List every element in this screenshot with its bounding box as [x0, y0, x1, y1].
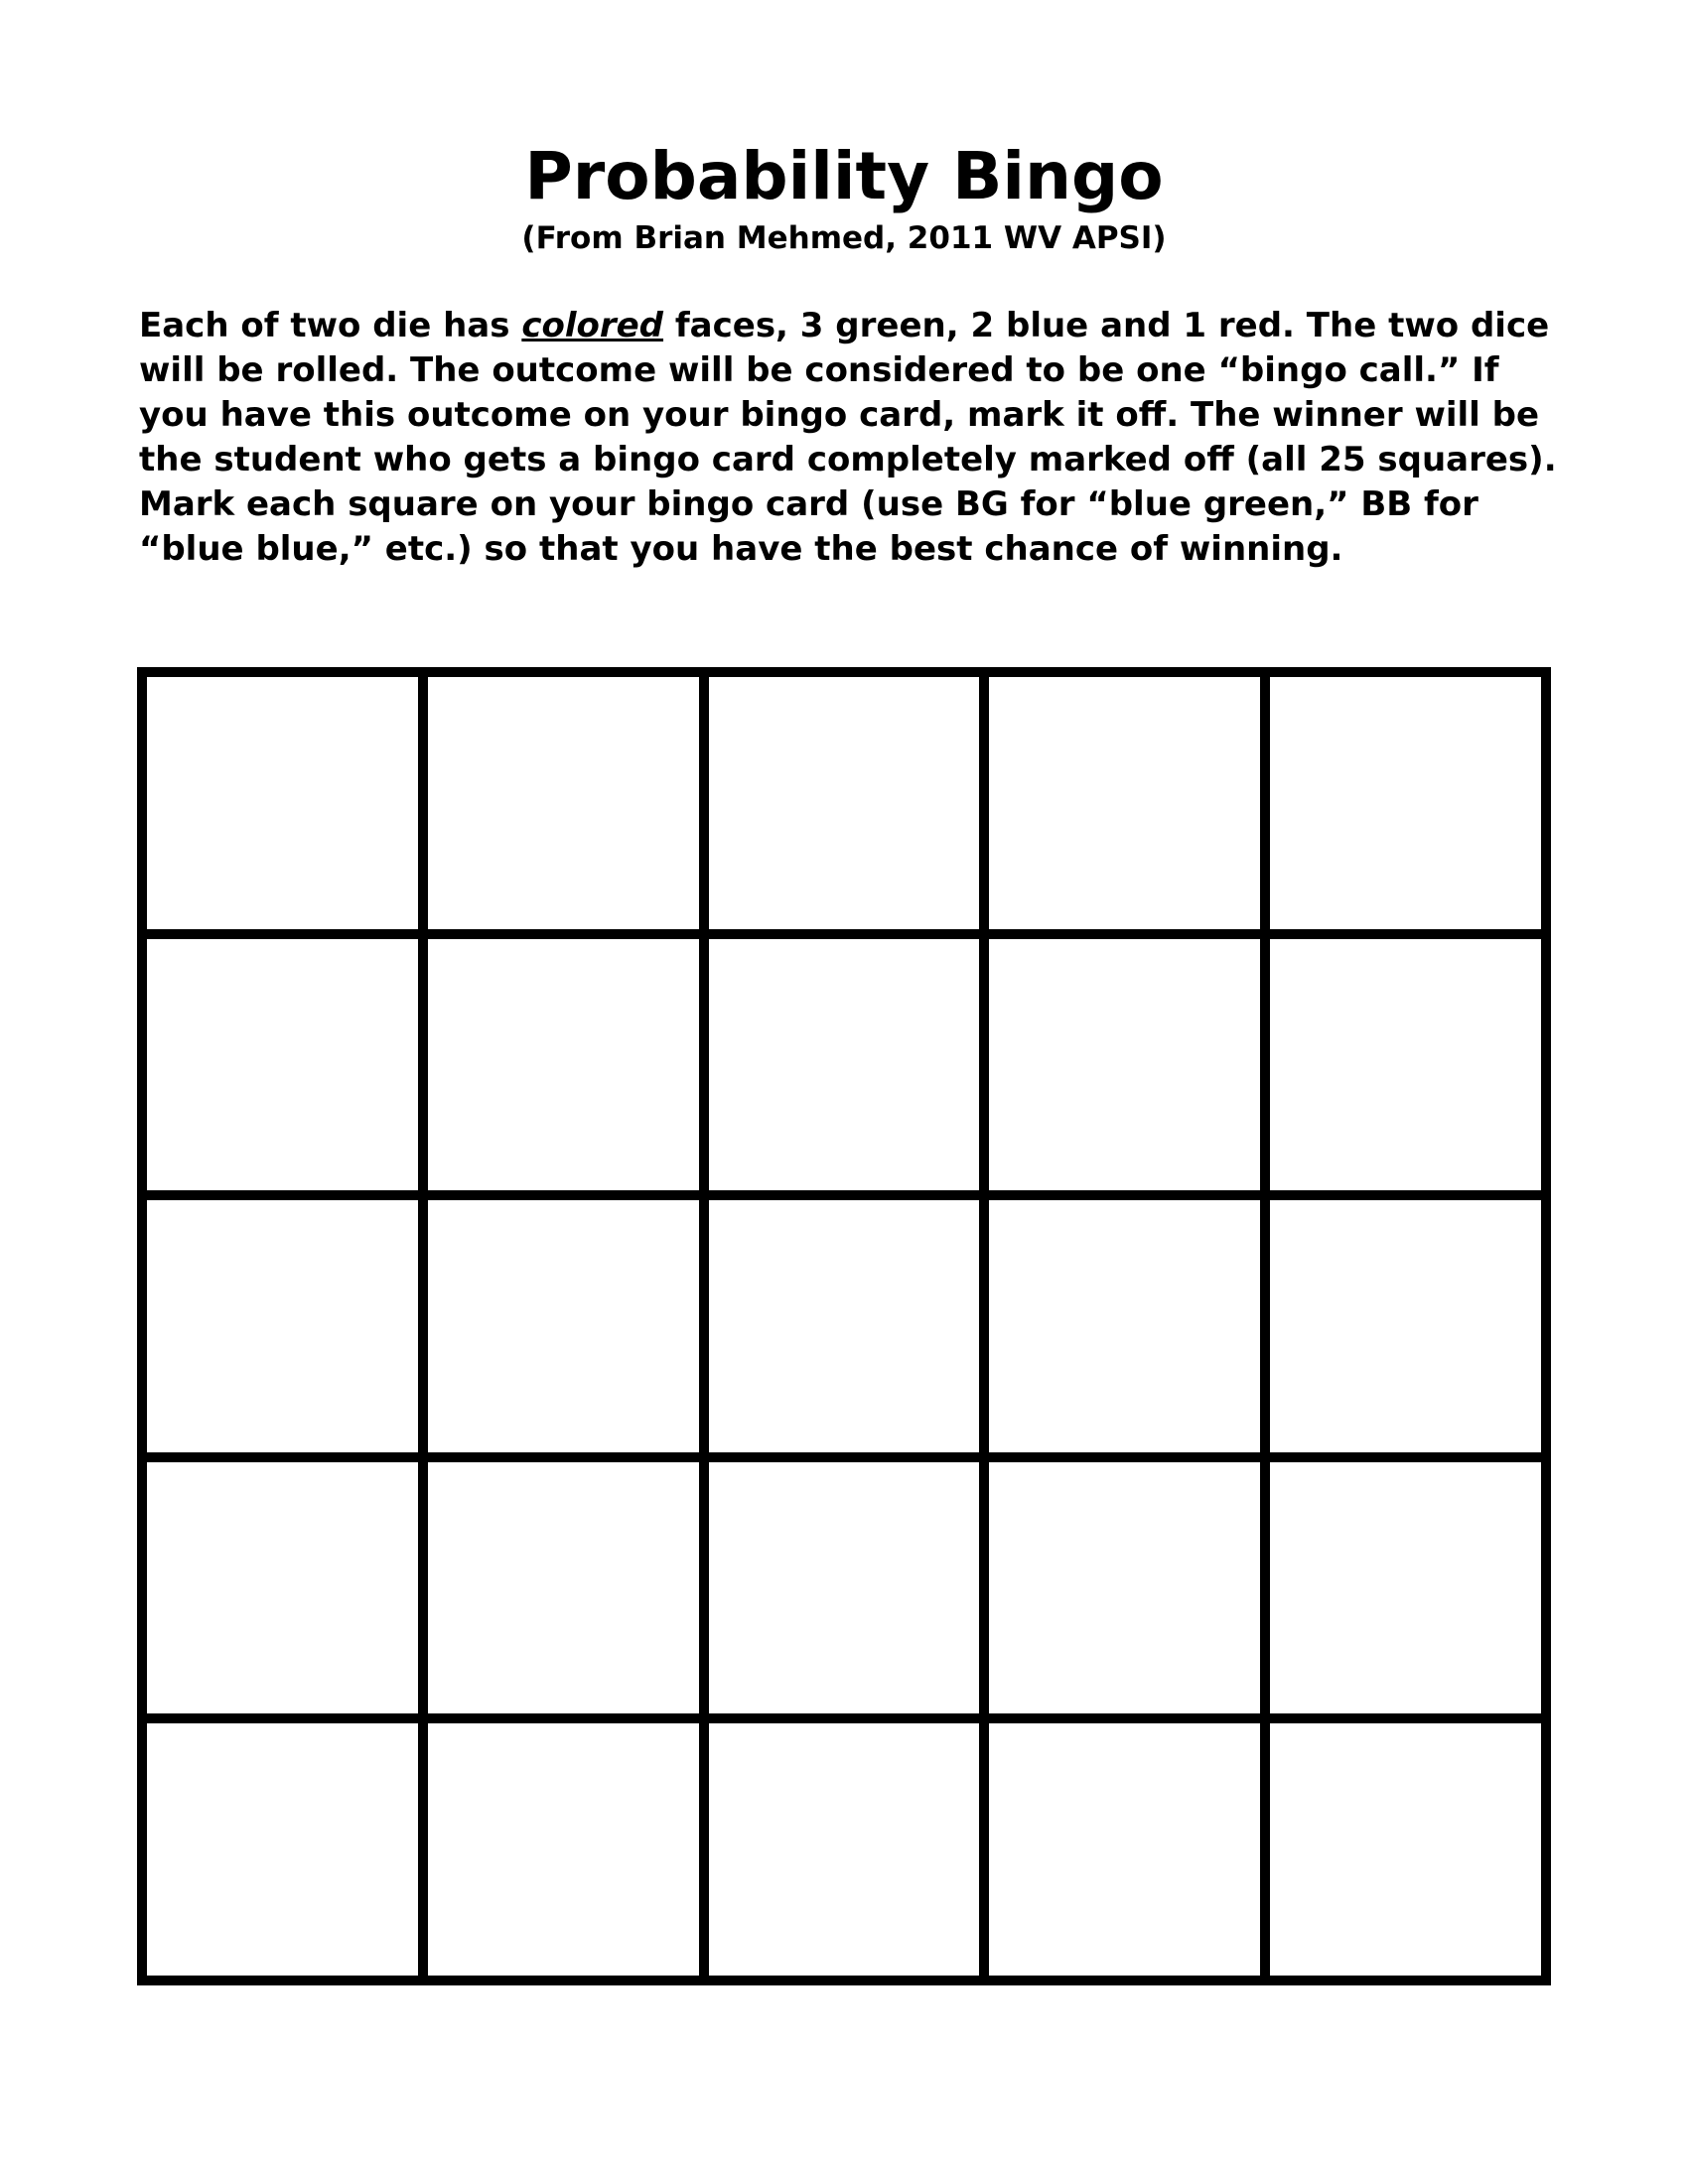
instructions-paragraph: Each of two die has colored faces, 3 gre…	[139, 304, 1569, 572]
page-title: Probability Bingo	[524, 138, 1164, 214]
bingo-square[interactable]	[422, 933, 704, 1196]
source-credit: (From Brian Mehmed, 2011 WV APSI)	[521, 220, 1167, 256]
bingo-square[interactable]	[1265, 672, 1546, 934]
bingo-square[interactable]	[142, 933, 423, 1196]
bingo-square[interactable]	[142, 1195, 423, 1457]
bingo-square[interactable]	[1265, 1718, 1546, 1980]
bingo-square[interactable]	[703, 1456, 985, 1719]
bingo-square[interactable]	[1265, 1195, 1546, 1457]
bingo-square[interactable]	[703, 1718, 985, 1980]
bingo-square[interactable]	[142, 1456, 423, 1719]
bingo-square[interactable]	[984, 1456, 1266, 1719]
instructions-emphasis: colored	[521, 306, 664, 345]
bingo-square[interactable]	[422, 1195, 704, 1457]
bingo-square[interactable]	[422, 672, 704, 934]
bingo-square[interactable]	[142, 1718, 423, 1980]
bingo-square[interactable]	[703, 1195, 985, 1457]
bingo-square[interactable]	[142, 672, 423, 934]
bingo-square[interactable]	[422, 1456, 704, 1719]
bingo-square[interactable]	[1265, 1456, 1546, 1719]
bingo-square[interactable]	[984, 672, 1266, 934]
bingo-square[interactable]	[984, 1718, 1266, 1980]
bingo-card-grid	[137, 667, 1551, 1985]
bingo-square[interactable]	[422, 1718, 704, 1980]
bingo-square[interactable]	[703, 672, 985, 934]
bingo-square[interactable]	[703, 933, 985, 1196]
instructions-text-start: Each of two die has	[139, 306, 522, 345]
bingo-square[interactable]	[984, 933, 1266, 1196]
bingo-square[interactable]	[984, 1195, 1266, 1457]
bingo-square[interactable]	[1265, 933, 1546, 1196]
